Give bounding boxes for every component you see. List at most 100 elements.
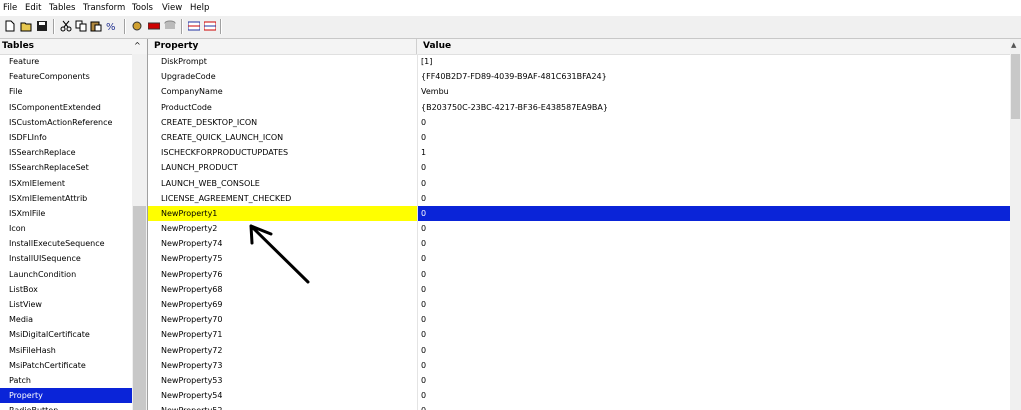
table-list-item[interactable]: Patch bbox=[0, 373, 132, 388]
table-row[interactable]: NewProperty53 0 bbox=[148, 373, 1010, 388]
import-icon[interactable] bbox=[188, 20, 200, 32]
value-cell[interactable]: 0 bbox=[417, 312, 1010, 327]
property-cell[interactable]: NewProperty68 bbox=[148, 282, 417, 297]
table-row[interactable]: NewProperty75 0 bbox=[148, 251, 1010, 266]
value-cell[interactable]: 0 bbox=[417, 236, 1010, 251]
export-icon[interactable] bbox=[204, 20, 216, 32]
tables-icon[interactable] bbox=[131, 20, 143, 32]
sort-caret-icon[interactable]: ^ bbox=[134, 41, 141, 50]
table-list-item[interactable]: ISDFLInfo bbox=[0, 130, 132, 145]
table-list-item[interactable]: ISXmlFile bbox=[0, 206, 132, 221]
table-row[interactable]: LICENSE_AGREEMENT_CHECKED 0 bbox=[148, 191, 1010, 206]
table-list-item[interactable]: Property bbox=[0, 388, 132, 404]
new-file-icon[interactable] bbox=[4, 20, 16, 32]
table-row[interactable]: DiskPrompt [1] bbox=[148, 54, 1010, 69]
property-cell[interactable]: NewProperty75 bbox=[148, 251, 417, 266]
value-cell[interactable]: 0 bbox=[417, 343, 1010, 358]
value-cell[interactable]: 0 bbox=[417, 115, 1010, 130]
open-folder-icon[interactable] bbox=[20, 20, 32, 32]
table-list-item[interactable]: RadioButton bbox=[0, 403, 132, 410]
property-cell[interactable]: CompanyName bbox=[148, 84, 417, 99]
tables-scroll-thumb[interactable] bbox=[133, 206, 146, 410]
value-cell[interactable]: 0 bbox=[417, 327, 1010, 342]
value-cell[interactable]: 0 bbox=[417, 388, 1010, 403]
table-list-item[interactable]: InstallUISequence bbox=[0, 251, 132, 266]
table-row[interactable]: ProductCode {B203750C-23BC-4217-BF36-E438… bbox=[148, 100, 1010, 115]
table-row[interactable]: ISCHECKFORPRODUCTUPDATES 1 bbox=[148, 145, 1010, 160]
value-cell[interactable]: 0 bbox=[417, 160, 1010, 175]
table-list-item[interactable]: ISXmlElementAttrib bbox=[0, 191, 132, 206]
table-row[interactable]: NewProperty74 0 bbox=[148, 236, 1010, 251]
property-cell[interactable]: NewProperty71 bbox=[148, 327, 417, 342]
value-cell[interactable]: 0 bbox=[417, 205, 1010, 222]
table-list-item[interactable]: ISSearchReplace bbox=[0, 145, 132, 160]
table-row[interactable]: NewProperty70 0 bbox=[148, 312, 1010, 327]
value-cell[interactable]: Vembu bbox=[417, 84, 1010, 99]
value-cell[interactable]: 1 bbox=[417, 145, 1010, 160]
table-row[interactable]: LAUNCH_PRODUCT 0 bbox=[148, 160, 1010, 175]
menu-transform[interactable]: Transform bbox=[83, 3, 125, 13]
scroll-up-icon[interactable]: ▲ bbox=[1011, 41, 1016, 49]
value-cell[interactable]: 0 bbox=[417, 373, 1010, 388]
table-list-item[interactable]: ISComponentExtended bbox=[0, 100, 132, 115]
menu-edit[interactable]: Edit bbox=[25, 3, 41, 13]
table-row[interactable]: NewProperty1 0 bbox=[148, 205, 1010, 222]
property-cell[interactable]: NewProperty1 bbox=[148, 205, 417, 222]
table-list-item[interactable]: ListView bbox=[0, 297, 132, 312]
property-cell[interactable]: LAUNCH_PRODUCT bbox=[148, 160, 417, 175]
value-cell[interactable]: 0 bbox=[417, 130, 1010, 145]
property-cell[interactable]: LAUNCH_WEB_CONSOLE bbox=[148, 176, 417, 191]
property-cell[interactable]: UpgradeCode bbox=[148, 69, 417, 84]
paste-icon[interactable] bbox=[90, 20, 102, 32]
rows-icon[interactable] bbox=[148, 20, 160, 32]
table-list-item[interactable]: ISSearchReplaceSet bbox=[0, 160, 132, 175]
value-cell[interactable]: 0 bbox=[417, 358, 1010, 373]
table-list-item[interactable]: ISCustomActionReference bbox=[0, 115, 132, 130]
table-list-item[interactable]: File bbox=[0, 84, 132, 99]
property-cell[interactable]: CREATE_QUICK_LAUNCH_ICON bbox=[148, 130, 417, 145]
menu-help[interactable]: Help bbox=[190, 3, 209, 13]
table-row[interactable]: NewProperty69 0 bbox=[148, 297, 1010, 312]
property-cell[interactable]: NewProperty70 bbox=[148, 312, 417, 327]
value-cell[interactable]: 0 bbox=[417, 251, 1010, 266]
table-list-item[interactable]: MsiPatchCertificate bbox=[0, 358, 132, 373]
table-list-item[interactable]: MsiDigitalCertificate bbox=[0, 327, 132, 342]
column-header-value[interactable]: Value bbox=[423, 41, 451, 51]
table-row[interactable]: NewProperty71 0 bbox=[148, 327, 1010, 342]
table-row[interactable]: CREATE_QUICK_LAUNCH_ICON 0 bbox=[148, 130, 1010, 145]
table-list-item[interactable]: Feature bbox=[0, 54, 132, 69]
property-cell[interactable]: CREATE_DESKTOP_ICON bbox=[148, 115, 417, 130]
menu-tables[interactable]: Tables bbox=[49, 3, 75, 13]
value-cell[interactable]: 0 bbox=[417, 282, 1010, 297]
table-list-item[interactable]: MsiFileHash bbox=[0, 343, 132, 358]
property-cell[interactable]: NewProperty76 bbox=[148, 267, 417, 282]
table-list-item[interactable]: LaunchCondition bbox=[0, 267, 132, 282]
table-row[interactable]: LAUNCH_WEB_CONSOLE 0 bbox=[148, 176, 1010, 191]
value-cell[interactable]: 0 bbox=[417, 221, 1010, 236]
table-list-item[interactable]: ListBox bbox=[0, 282, 132, 297]
table-row[interactable]: NewProperty2 0 bbox=[148, 221, 1010, 236]
value-cell[interactable]: {B203750C-23BC-4217-BF36-E438587EA9BA} bbox=[417, 100, 1010, 115]
property-cell[interactable]: NewProperty54 bbox=[148, 388, 417, 403]
cut-icon[interactable] bbox=[60, 20, 72, 32]
table-list-item[interactable]: FeatureComponents bbox=[0, 69, 132, 84]
table-row[interactable]: NewProperty68 0 bbox=[148, 282, 1010, 297]
table-row[interactable]: NewProperty520 bbox=[148, 403, 1010, 410]
value-cell[interactable]: [1] bbox=[417, 54, 1010, 69]
grid-scroll-thumb[interactable] bbox=[1011, 54, 1020, 119]
table-row[interactable]: CompanyName Vembu bbox=[148, 84, 1010, 99]
property-cell[interactable]: NewProperty73 bbox=[148, 358, 417, 373]
table-list-item[interactable]: ISXmlElement bbox=[0, 176, 132, 191]
value-cell[interactable]: 0 bbox=[417, 297, 1010, 312]
property-cell[interactable]: LICENSE_AGREEMENT_CHECKED bbox=[148, 191, 417, 206]
property-cell[interactable]: NewProperty53 bbox=[148, 373, 417, 388]
database-icon[interactable] bbox=[164, 20, 176, 32]
table-row[interactable]: NewProperty76 0 bbox=[148, 267, 1010, 282]
table-list-item[interactable]: InstallExecuteSequence bbox=[0, 236, 132, 251]
table-list-item[interactable]: Icon bbox=[0, 221, 132, 236]
menu-tools[interactable]: Tools bbox=[132, 3, 153, 13]
property-cell[interactable]: NewProperty52 bbox=[148, 403, 417, 410]
table-list-item[interactable]: Media bbox=[0, 312, 132, 327]
table-row[interactable]: UpgradeCode {FF40B2D7-FD89-4039-B9AF-481C… bbox=[148, 69, 1010, 84]
find-icon[interactable]: % bbox=[106, 20, 118, 32]
